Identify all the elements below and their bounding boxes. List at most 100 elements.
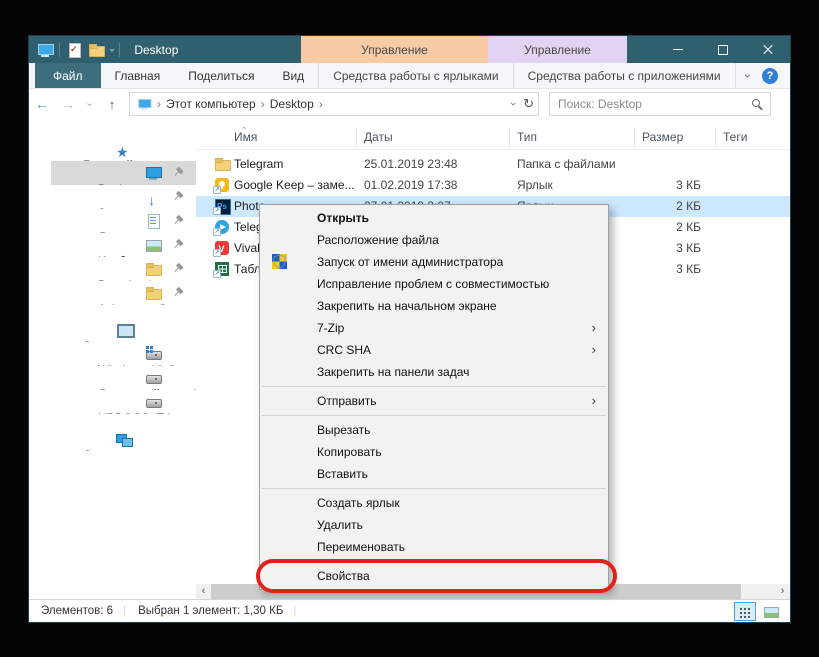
- context-menu-item[interactable]: Закрепить на панели задач ›: [260, 361, 608, 383]
- file-type: Ярлык: [517, 178, 637, 192]
- sidebar-item[interactable]: Загрузки: [29, 185, 196, 209]
- sidebar-item-icon: [145, 285, 161, 301]
- tab-view[interactable]: Вид: [268, 63, 318, 88]
- scroll-left-icon[interactable]: ‹: [196, 584, 211, 599]
- menu-item-icon: [272, 320, 288, 336]
- contextual-tab-shortcut-tools[interactable]: Управление: [301, 36, 488, 63]
- large-icons-view-button[interactable]: [760, 602, 782, 621]
- tab-file[interactable]: Файл: [35, 63, 101, 88]
- minimize-button[interactable]: [655, 36, 700, 63]
- menu-item-icon: [272, 276, 288, 292]
- thumbnails-view-icon: [764, 607, 779, 618]
- contextual-tab-application-tools[interactable]: Управление: [488, 36, 627, 63]
- menu-item-icon: [272, 517, 288, 533]
- context-menu-item[interactable]: Копировать ›: [260, 441, 608, 463]
- sidebar-item[interactable]: Desktop: [29, 161, 196, 185]
- close-button[interactable]: [745, 36, 790, 63]
- context-menu-item[interactable]: Вырезать ›: [260, 419, 608, 441]
- tab-shortcut-tools[interactable]: Средства работы с ярлыками: [318, 63, 512, 88]
- window-controls: [655, 36, 790, 63]
- column-header-tags[interactable]: Теги: [723, 130, 747, 144]
- sidebar-item[interactable]: Быстрый доступ: [29, 137, 196, 161]
- file-date: 01.02.2019 17:38: [364, 178, 512, 192]
- menu-item-label: Переименовать: [317, 540, 405, 554]
- ribbon-right-controls: › ?: [746, 63, 790, 88]
- ribbon-collapse-chevron-icon[interactable]: ›: [741, 74, 755, 78]
- sidebar-item[interactable]: Документы: [29, 209, 196, 233]
- shortcut-arrow-icon: ↗: [213, 228, 221, 236]
- column-header-size[interactable]: Размер: [642, 130, 683, 144]
- sidebar-item[interactable]: Windows 10 Compa: [29, 342, 196, 366]
- menu-separator: [262, 488, 606, 489]
- shortcut-arrow-icon: ↗: [213, 249, 221, 257]
- sidebar-item[interactable]: Этот компьютер: [29, 318, 196, 342]
- menu-item-icon: [272, 568, 288, 584]
- context-menu-item[interactable]: Исправление проблем с совместимостью ›: [260, 273, 608, 295]
- context-menu-item[interactable]: Закрепить на начальном экране ›: [260, 295, 608, 317]
- maximize-button[interactable]: [700, 36, 745, 63]
- context-menu-item[interactable]: Отправить ›: [260, 390, 608, 412]
- sidebar-item[interactable]: Сеть: [29, 427, 196, 451]
- file-row[interactable]: ↗ Telegram 25.01.2019 23:48 Папка с файл…: [196, 154, 790, 175]
- file-size: 2 КБ: [626, 220, 701, 234]
- window-title: Desktop: [134, 43, 178, 57]
- details-view-button[interactable]: [734, 602, 756, 621]
- back-button[interactable]: ←: [29, 96, 55, 112]
- sidebar-item[interactable]: Локальный диск (D: [29, 366, 196, 390]
- address-bar[interactable]: › Этот компьютер › Desktop › › ↻: [129, 92, 539, 116]
- breadcrumb-separator-icon: ›: [319, 97, 323, 111]
- search-icon[interactable]: [752, 99, 760, 107]
- refresh-icon[interactable]: ↻: [523, 96, 534, 112]
- details-view-icon: [740, 608, 742, 610]
- shortcut-arrow-icon: ↗: [213, 270, 221, 278]
- help-icon[interactable]: ?: [762, 68, 778, 84]
- tab-home[interactable]: Главная: [101, 63, 175, 88]
- breadcrumb-desktop[interactable]: Desktop: [270, 97, 314, 111]
- qat-customize-chevron-icon[interactable]: ›: [107, 48, 117, 51]
- file-type: Папка с файлами: [517, 157, 637, 171]
- context-menu-item[interactable]: CRC SHA ›: [260, 339, 608, 361]
- address-dropdown-chevron-icon[interactable]: ›: [507, 102, 519, 106]
- file-icon: ↗: [214, 177, 230, 193]
- recent-locations-chevron-icon[interactable]: ›: [81, 99, 99, 110]
- column-header-date[interactable]: Даты: [364, 130, 393, 144]
- menu-item-icon: [272, 210, 288, 226]
- tab-application-tools[interactable]: Средства работы с приложениями: [513, 63, 736, 88]
- scroll-right-icon[interactable]: ›: [775, 584, 790, 599]
- file-date: 25.01.2019 23:48: [364, 157, 512, 171]
- sidebar-item[interactable]: HPDOCS (E:): [29, 390, 196, 414]
- context-menu-item[interactable]: 7-Zip ›: [260, 317, 608, 339]
- search-input[interactable]: [550, 93, 770, 115]
- sidebar-item-icon: [145, 237, 161, 253]
- column-header-name[interactable]: Имя: [234, 130, 257, 144]
- file-icon: ↗: [214, 198, 230, 214]
- context-menu-item[interactable]: Расположение файла ›: [260, 229, 608, 251]
- file-name: Google Keep – заме...: [234, 178, 360, 192]
- sidebar-item[interactable]: Downloads: [29, 257, 196, 281]
- up-button[interactable]: ↑: [99, 97, 125, 112]
- desktop-icon: [37, 42, 53, 58]
- tab-share[interactable]: Поделиться: [174, 63, 268, 88]
- menu-item-label: Удалить: [317, 518, 363, 532]
- context-menu-item[interactable]: Создать ярлык ›: [260, 492, 608, 514]
- sidebar-item-icon: [145, 346, 161, 362]
- properties-qat-button[interactable]: [66, 42, 82, 58]
- file-row[interactable]: ↗ Google Keep – заме... 01.02.2019 17:38…: [196, 175, 790, 196]
- context-menu-item[interactable]: Переименовать ›: [260, 536, 608, 558]
- menu-item-icon: [272, 444, 288, 460]
- column-header-type[interactable]: Тип: [517, 130, 537, 144]
- sidebar-item[interactable]: Изображения: [29, 233, 196, 257]
- sidebar-item-label: Сеть: [83, 448, 110, 451]
- context-menu-item[interactable]: Свойства ›: [260, 565, 608, 587]
- context-menu-item[interactable]: Удалить ›: [260, 514, 608, 536]
- new-folder-qat-button[interactable]: [88, 42, 104, 58]
- context-menu: Открыть ›: [259, 204, 609, 590]
- sidebar-item[interactable]: Ashampoo Snap: [29, 281, 196, 305]
- pin-icon: [172, 263, 184, 275]
- forward-button[interactable]: →: [55, 96, 81, 112]
- context-menu-item[interactable]: Запуск от имени администратора ›: [260, 251, 608, 273]
- breadcrumb-this-pc[interactable]: Этот компьютер: [166, 97, 256, 111]
- context-menu-item[interactable]: Открыть ›: [260, 207, 608, 229]
- pin-icon: [172, 191, 184, 203]
- context-menu-item[interactable]: Вставить ›: [260, 463, 608, 485]
